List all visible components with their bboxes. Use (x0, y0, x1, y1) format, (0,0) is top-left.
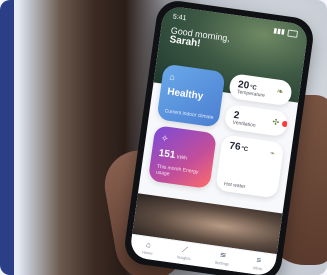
tile-grid: ⌂ Healthy Current indoor climate 20°C ❧ … (147, 63, 293, 205)
sparkle-icon: ✧ (160, 132, 170, 144)
app-screen: 5:41 ▮▮▮ Good morning, Sarah! ⌂ Healthy (129, 5, 309, 275)
alert-dot (281, 120, 289, 128)
nav-more[interactable]: ≡ More (252, 255, 264, 272)
tile-row-2: ✧ 151kWh This month Energy usage 76°C ⌁ … (147, 125, 285, 199)
nav-label: Home (141, 249, 153, 256)
healthy-title: Healthy (166, 86, 204, 103)
healthy-subtitle: Current indoor climate (164, 107, 214, 121)
fan-icon: ✣ (271, 117, 280, 128)
energy-tile[interactable]: ✧ 151kWh This month Energy usage (147, 125, 218, 190)
battery-icon (287, 29, 299, 38)
hot-water-label: Hot water (223, 181, 246, 191)
nav-settings[interactable]: ≋ Settings (214, 250, 230, 267)
nav-label: Settings (214, 259, 230, 267)
photo-background: 5:41 ▮▮▮ Good morning, Sarah! ⌂ Healthy (0, 0, 327, 275)
leaf-icon: ❧ (276, 86, 285, 97)
ventilation-tile[interactable]: 2 ✣ Ventilation (223, 103, 289, 138)
trend-icon: ⟋ (181, 244, 189, 255)
signal-icon: ▮▮▮ (272, 27, 286, 37)
left-edge (0, 0, 14, 275)
hot-water-tile[interactable]: 76°C ⌁ Hot water (215, 134, 285, 199)
hot-water-value: 76°C (228, 140, 249, 154)
energy-value: 151kWh (157, 147, 188, 162)
ventilation-label: Ventilation (232, 119, 256, 129)
nav-home[interactable]: ⌂ Home (141, 239, 155, 256)
home-icon: ⌂ (168, 71, 176, 83)
sliders-icon: ≋ (219, 250, 227, 261)
nav-label: More (252, 265, 263, 272)
energy-subtitle: This month Energy usage (155, 163, 199, 177)
home-icon: ⌂ (145, 239, 152, 250)
healthy-tile[interactable]: ⌂ Healthy Current indoor climate (156, 63, 226, 128)
menu-icon: ≡ (256, 255, 262, 266)
nav-label: Insights (176, 254, 191, 262)
temperature-label: Temperature (236, 89, 266, 99)
drop-icon: ⌁ (269, 148, 276, 158)
nav-insights[interactable]: ⟋ Insights (177, 245, 193, 261)
right-column-2: 76°C ⌁ Hot water (215, 134, 285, 199)
right-column-1: 20°C ❧ Temperature 2 ✣ Ventilation (223, 73, 293, 138)
